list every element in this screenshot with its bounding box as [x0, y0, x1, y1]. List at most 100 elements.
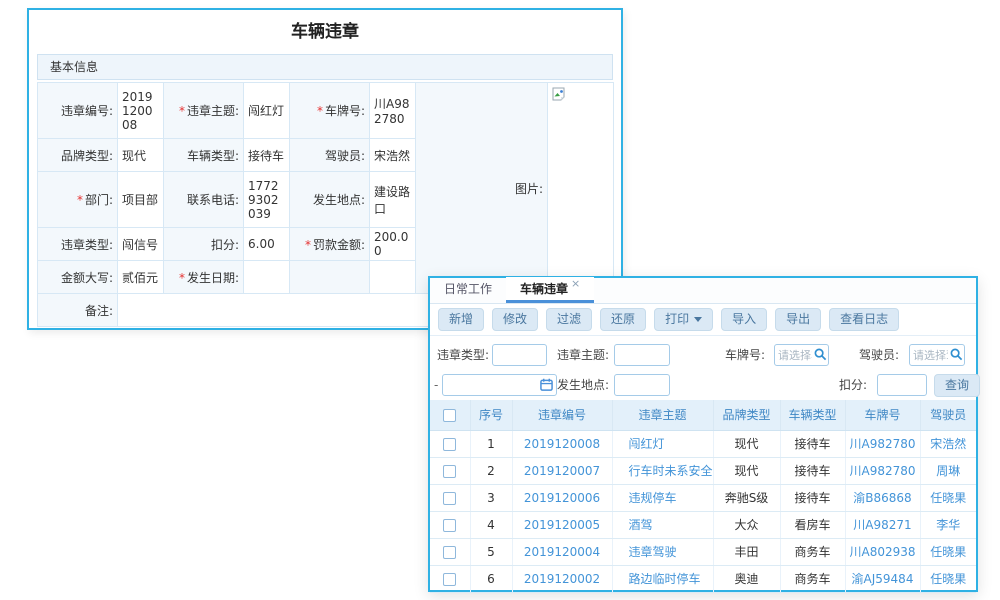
cell-vehicle-type: 接待车: [780, 484, 845, 511]
cell-seq: 3: [470, 484, 512, 511]
cell-violation-no[interactable]: 2019120004: [512, 538, 612, 565]
form-title: 车辆违章: [29, 10, 621, 54]
cell-subject[interactable]: 违章驾驶: [612, 538, 713, 565]
required-asterisk: *: [179, 104, 185, 118]
tab-close-icon[interactable]: ×: [571, 277, 580, 290]
form-field-value: 川A982780: [370, 83, 416, 139]
cell-brand: 大众: [713, 511, 780, 538]
search-icon[interactable]: [814, 348, 827, 361]
form-field-value: 6.00: [244, 228, 290, 261]
print-button[interactable]: 打印: [654, 308, 713, 331]
points-input[interactable]: [877, 374, 927, 396]
required-asterisk: *: [77, 193, 83, 207]
cell-plate[interactable]: 川A802938: [845, 538, 920, 565]
row-checkbox[interactable]: [443, 438, 456, 451]
cell-driver[interactable]: 任晓果: [920, 565, 976, 592]
form-field-value: 2019120008: [118, 83, 164, 139]
row-checkbox-cell: [430, 484, 470, 511]
cell-vehicle-type: 接待车: [780, 457, 845, 484]
cell-violation-no[interactable]: 2019120007: [512, 457, 612, 484]
violation-type-input[interactable]: [492, 344, 547, 366]
cell-vehicle-type: 看房车: [780, 511, 845, 538]
table-row: 52019120004违章驾驶丰田商务车川A802938任晓果: [430, 538, 976, 565]
location-input[interactable]: [614, 374, 670, 396]
cell-violation-no[interactable]: 2019120002: [512, 565, 612, 592]
restore-button[interactable]: 还原: [600, 308, 646, 331]
form-field-value: 17729302039: [244, 172, 290, 228]
toolbar: 新增 修改 过滤 还原 打印 导入 导出 查看日志: [430, 304, 976, 336]
filter-button[interactable]: 过滤: [546, 308, 592, 331]
photo-cell: [548, 83, 614, 294]
row-checkbox[interactable]: [443, 519, 456, 532]
form-field-value: [244, 261, 290, 294]
form-field-label: *部门:: [38, 172, 118, 228]
cell-plate[interactable]: 渝B86868: [845, 484, 920, 511]
remark-label: 备注:: [38, 294, 118, 327]
row-checkbox[interactable]: [443, 465, 456, 478]
col-header-seq: 序号: [470, 400, 512, 430]
form-field-label: [290, 261, 370, 294]
required-asterisk: *: [317, 104, 323, 118]
col-header-no: 违章编号: [512, 400, 612, 430]
filter-area: 违章类型: 违章主题: 车牌号: 驾驶员: - 发生地点: 扣分: 查询: [430, 336, 976, 400]
tab-daily-work[interactable]: 日常工作: [430, 277, 506, 303]
cell-subject[interactable]: 违规停车: [612, 484, 713, 511]
form-field-label: 驾驶员:: [290, 139, 370, 172]
form-row: 违章编号:2019120008*违章主题:闯红灯*车牌号:川A982780图片:: [38, 83, 614, 139]
query-button[interactable]: 查询: [934, 374, 980, 397]
cell-plate[interactable]: 川A982780: [845, 457, 920, 484]
cell-subject[interactable]: 行车时未系安全带: [612, 457, 713, 484]
form-field-label: 扣分:: [164, 228, 244, 261]
cell-seq: 6: [470, 565, 512, 592]
col-header-brand: 品牌类型: [713, 400, 780, 430]
row-checkbox-cell: [430, 457, 470, 484]
cell-seq: 2: [470, 457, 512, 484]
cell-driver[interactable]: 周琳: [920, 457, 976, 484]
view-log-button[interactable]: 查看日志: [829, 308, 899, 331]
row-checkbox[interactable]: [443, 573, 456, 586]
cell-seq: 5: [470, 538, 512, 565]
violation-list-panel: 日常工作 车辆违章× 新增 修改 过滤 还原 打印 导入 导出 查看日志 违章类…: [428, 276, 978, 592]
form-field-label: *罚款金额:: [290, 228, 370, 261]
cell-brand: 奔驰S级: [713, 484, 780, 511]
chevron-down-icon: [694, 317, 702, 322]
cell-driver[interactable]: 任晓果: [920, 484, 976, 511]
form-field-label: 联系电话:: [164, 172, 244, 228]
select-all-checkbox[interactable]: [443, 409, 456, 422]
row-checkbox-cell: [430, 430, 470, 457]
violation-subject-input[interactable]: [614, 344, 670, 366]
cell-subject[interactable]: 路边临时停车: [612, 565, 713, 592]
row-checkbox[interactable]: [443, 546, 456, 559]
row-checkbox-cell: [430, 538, 470, 565]
cell-driver[interactable]: 任晓果: [920, 538, 976, 565]
cell-violation-no[interactable]: 2019120006: [512, 484, 612, 511]
form-field-value: 建设路口: [370, 172, 416, 228]
add-button[interactable]: 新增: [438, 308, 484, 331]
form-field-label: 违章编号:: [38, 83, 118, 139]
cell-plate[interactable]: 川A982780: [845, 430, 920, 457]
cell-subject[interactable]: 闯红灯: [612, 430, 713, 457]
tab-vehicle-violation[interactable]: 车辆违章×: [506, 277, 594, 303]
cell-subject[interactable]: 酒驾: [612, 511, 713, 538]
cell-seq: 1: [470, 430, 512, 457]
tab-bar: 日常工作 车辆违章×: [430, 278, 976, 304]
cell-violation-no[interactable]: 2019120005: [512, 511, 612, 538]
cell-vehicle-type: 接待车: [780, 430, 845, 457]
cell-driver[interactable]: 李华: [920, 511, 976, 538]
edit-button[interactable]: 修改: [492, 308, 538, 331]
table-row: 62019120002路边临时停车奥迪商务车渝AJ59484任晓果: [430, 565, 976, 592]
export-button[interactable]: 导出: [775, 308, 821, 331]
cell-driver[interactable]: 宋浩然: [920, 430, 976, 457]
import-button[interactable]: 导入: [721, 308, 767, 331]
cell-violation-no[interactable]: 2019120008: [512, 430, 612, 457]
filter-label-violation-type: 违章类型:: [430, 344, 489, 366]
col-header-driver: 驾驶员: [920, 400, 976, 430]
row-checkbox[interactable]: [443, 492, 456, 505]
form-field-label: 品牌类型:: [38, 139, 118, 172]
cell-brand: 奥迪: [713, 565, 780, 592]
cell-plate[interactable]: 渝AJ59484: [845, 565, 920, 592]
print-label: 打印: [665, 312, 689, 326]
filter-label-violation-subject: 违章主题:: [550, 344, 609, 366]
cell-plate[interactable]: 川A98271: [845, 511, 920, 538]
search-icon[interactable]: [950, 348, 963, 361]
